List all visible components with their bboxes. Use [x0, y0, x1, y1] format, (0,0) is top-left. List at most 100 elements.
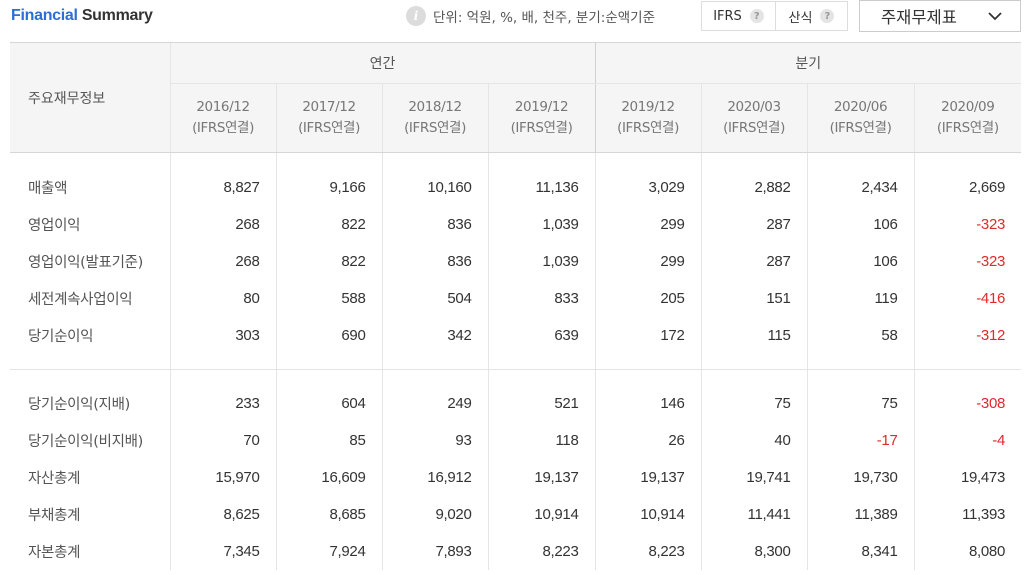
spacer-cell: [594, 354, 702, 370]
spacer-row: [10, 354, 1022, 370]
spacer-cell: [700, 152, 808, 169]
value-cell: -323: [913, 243, 1022, 280]
value-cell: -312: [913, 317, 1022, 354]
row-label: 당기순이익: [28, 329, 94, 345]
period-date: 2018/12: [408, 99, 462, 115]
table-body: 매출액 8,827 9,166 10,160 11,136 3,029 2,882 2,434…: [10, 152, 1022, 570]
value-cell: 3,029: [594, 169, 702, 206]
value-cell: 11,136: [487, 169, 596, 206]
table-row: 세전계속사업이익 80 588 504 833 205 151 119 -416: [10, 280, 1022, 317]
spacer-cell: [275, 354, 382, 370]
value-cell: 85: [275, 422, 382, 459]
period-basis: (IFRS연결): [936, 120, 999, 136]
value-cell: 833: [487, 280, 596, 317]
period-header: 2016/12 (IFRS연결): [169, 83, 276, 153]
statement-type-value: 주재무제표: [881, 8, 957, 27]
section-title: Financial Summary: [11, 7, 153, 25]
row-label: 부채총계: [28, 508, 81, 524]
statement-type-select[interactable]: 주재무제표: [859, 0, 1021, 32]
table-row: 자산총계 15,970 16,609 16,912 19,137 19,137 19,741…: [10, 459, 1022, 496]
value-cell: -308: [913, 385, 1022, 422]
value-cell: 2,882: [700, 169, 808, 206]
spacer-cell: [487, 369, 596, 385]
title-rest: Summary: [81, 7, 153, 24]
value-cell: 268: [169, 206, 276, 243]
value-cell: 303: [169, 317, 276, 354]
value-cell: 40: [700, 422, 808, 459]
formula-button[interactable]: 산식 ?: [776, 2, 847, 30]
chevron-down-icon: [988, 12, 1002, 21]
spacer-cell: [10, 370, 170, 386]
value-cell: 2,669: [913, 169, 1022, 206]
value-cell: -416: [913, 280, 1022, 317]
period-date: 2020/03: [727, 99, 781, 115]
period-header: 2020/03 (IFRS연결): [700, 83, 808, 153]
value-cell: 8,300: [700, 533, 808, 570]
value-cell: 16,609: [275, 459, 382, 496]
table-row: 영업이익(발표기준) 268 822 836 1,039 299 287 106 -323: [10, 243, 1022, 280]
value-cell: 93: [381, 422, 488, 459]
row-label: 영업이익(발표기준): [28, 255, 144, 271]
row-label: 매출액: [28, 181, 68, 197]
period-header: 2017/12 (IFRS연결): [275, 83, 382, 153]
spacer-cell: [381, 354, 488, 370]
value-cell: 1,039: [487, 206, 596, 243]
spacer-cell: [913, 354, 1022, 370]
period-date: 2019/12: [621, 99, 675, 115]
row-label: 세전계속사업이익: [28, 292, 133, 308]
value-cell: 75: [700, 385, 808, 422]
value-cell: -323: [913, 206, 1022, 243]
table-row: 부채총계 8,625 8,685 9,020 10,914 10,914 11,441 11,…: [10, 496, 1022, 533]
table-row: 자본총계 7,345 7,924 7,893 8,223 8,223 8,300 8,341 8…: [10, 533, 1022, 570]
spacer-row: [10, 369, 1022, 386]
spacer-cell: [381, 152, 488, 169]
table-row: 당기순이익 303 690 342 639 172 115 58 -312: [10, 317, 1022, 354]
spacer-cell: [594, 369, 702, 385]
unit-note: i 단위: 억원, %, 배, 천주, 분기:순액기준: [406, 5, 655, 27]
period-date: 2020/06: [833, 99, 888, 115]
period-basis: (IFRS연결): [298, 120, 360, 136]
value-cell: 8,341: [806, 533, 915, 570]
period-header: 2019/12 (IFRS연결): [594, 83, 702, 153]
spacer-cell: [700, 354, 808, 370]
title-accent: Financial: [11, 7, 78, 24]
value-cell: 8,827: [169, 169, 276, 206]
period-basis: (IFRS연결): [510, 120, 573, 136]
financial-summary-header: Financial Summary i 단위: 억원, %, 배, 천주, 분기…: [0, 0, 1025, 40]
value-cell: 19,473: [913, 459, 1022, 496]
value-cell: 70: [169, 422, 276, 459]
spacer-cell: [806, 152, 915, 169]
value-cell: 106: [806, 206, 915, 243]
value-cell: 639: [487, 317, 596, 354]
value-cell: 58: [806, 317, 915, 354]
period-basis: (IFRS연결): [404, 120, 466, 136]
value-cell: 8,080: [913, 533, 1022, 570]
value-cell: 119: [806, 280, 915, 317]
value-cell: 75: [806, 385, 915, 422]
value-cell: 19,730: [806, 459, 915, 496]
value-cell: 205: [594, 280, 702, 317]
spacer-row: [10, 152, 1022, 169]
row-label: 자산총계: [28, 471, 81, 487]
ifrs-button[interactable]: IFRS ?: [702, 2, 776, 30]
period-date: 2019/12: [514, 99, 569, 115]
unit-text: 단위: 억원, %, 배, 천주, 분기:순액기준: [433, 10, 656, 26]
row-label: 당기순이익(지배): [28, 397, 130, 413]
help-icon[interactable]: ?: [820, 9, 835, 23]
ifrs-label: IFRS: [713, 8, 742, 24]
toggle-button-group: IFRS ? 산식 ?: [701, 1, 848, 31]
row-label: 당기순이익(비지배): [28, 434, 144, 450]
value-cell: 268: [169, 243, 276, 280]
period-date: 2017/12: [302, 99, 356, 115]
value-cell: 19,137: [594, 459, 702, 496]
spacer-cell: [806, 354, 915, 370]
spacer-cell: [169, 152, 276, 169]
value-cell: 588: [275, 280, 382, 317]
info-icon[interactable]: i: [406, 6, 426, 26]
formula-label: 산식: [788, 10, 813, 26]
period-header: 2019/12 (IFRS연결): [487, 83, 596, 153]
value-cell: 287: [700, 243, 808, 280]
value-cell: 7,345: [169, 533, 276, 570]
period-date: 2020/09: [941, 99, 995, 115]
help-icon[interactable]: ?: [749, 9, 764, 23]
